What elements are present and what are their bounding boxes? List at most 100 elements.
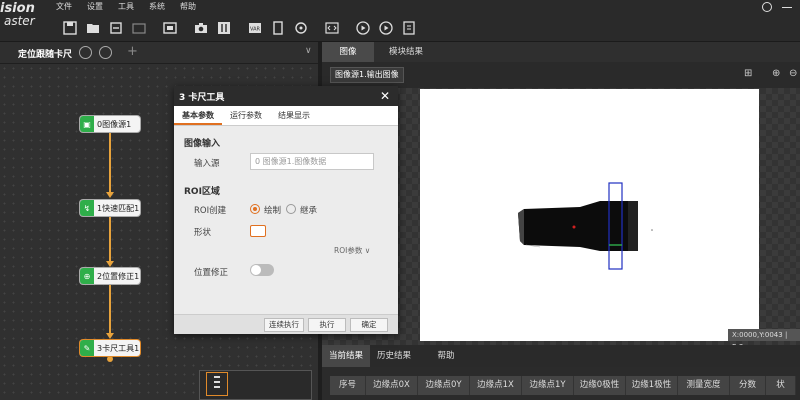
menu-system[interactable]: 系统 (149, 1, 180, 12)
loop-process-icon[interactable] (99, 46, 112, 59)
main-toolbar: VAR (58, 18, 420, 38)
tab-help[interactable]: 帮助 (418, 345, 474, 367)
image-toolbar: 图像源1.输出图像 ⊞ ⊕ ⊖ (322, 62, 800, 88)
minimap[interactable] (199, 370, 312, 400)
menu-file[interactable]: 文件 (56, 1, 87, 12)
camera-icon[interactable] (189, 18, 212, 38)
link-icon: ⊕ (80, 268, 94, 284)
col-score[interactable]: 分数 (730, 376, 766, 395)
minimap-viewport[interactable] (206, 372, 228, 396)
add-process-icon[interactable]: + (127, 44, 138, 59)
roi-create-label: ROI创建 (194, 206, 227, 216)
col-index[interactable]: 序号 (330, 376, 366, 395)
flow-node-fast-match[interactable]: ↯ 1快速匹配1 (80, 200, 140, 216)
var-icon[interactable]: VAR (243, 18, 266, 38)
menu-tools[interactable]: 工具 (118, 1, 149, 12)
node-label: 0图像源1 (97, 119, 132, 129)
image-source-icon: ▣ (80, 116, 94, 132)
col-edge1x[interactable]: 边缘点1X (470, 376, 522, 395)
app-logo: ision aster (0, 2, 46, 28)
col-edge1y[interactable]: 边缘点1Y (522, 376, 574, 395)
shape-label: 形状 (194, 228, 212, 238)
dialog-footer: 连续执行 执行 确定 (174, 314, 398, 334)
result-table: 序号 边缘点0X 边缘点0Y 边缘点1X 边缘点1Y 边缘0极性 边缘1极性 测… (322, 367, 800, 400)
roi-draw-label[interactable]: 绘制 (264, 204, 281, 216)
import-icon[interactable] (127, 18, 150, 38)
run-loop-icon[interactable] (374, 18, 397, 38)
chevron-down-icon[interactable]: ∨ (305, 46, 312, 56)
execute-button[interactable]: 执行 (308, 318, 346, 332)
dialog-title-bar[interactable]: 3 卡尺工具 ✕ (174, 86, 398, 106)
match-point (572, 225, 576, 229)
input-source-field[interactable]: 0 图像源1.图像数据 (250, 153, 374, 170)
col-edge0y[interactable]: 边缘点0Y (418, 376, 470, 395)
tab-image[interactable]: 图像 (322, 42, 374, 62)
save-icon[interactable] (58, 18, 81, 38)
process-title: 定位跟随卡尺 (18, 50, 73, 60)
continuous-run-button[interactable]: 连续执行 (264, 318, 304, 332)
run-once-icon[interactable] (351, 18, 374, 38)
confirm-button[interactable]: 确定 (350, 318, 388, 332)
zoom-in-icon[interactable]: ⊕ (772, 68, 784, 80)
tab-history-result[interactable]: 历史结果 (370, 345, 418, 367)
flow-node-caliper[interactable]: ✎ 3卡尺工具1 (80, 340, 140, 356)
section-roi: ROI区域 (184, 187, 220, 197)
tab-basic-params[interactable]: 基本参数 (174, 106, 222, 125)
flow-node-image-source[interactable]: ▣ 0图像源1 (80, 116, 140, 132)
solution-icon[interactable] (158, 18, 181, 38)
arrow-0-1 (106, 192, 114, 198)
roi-inherit-radio[interactable] (286, 204, 296, 214)
roi-params-toggle[interactable]: ROI参数 ∨ (334, 245, 370, 256)
export-icon[interactable] (397, 18, 420, 38)
dialog-title: 3 卡尺工具 (179, 92, 225, 103)
tab-result-display[interactable]: 结果显示 (270, 106, 318, 125)
menu-help[interactable]: 帮助 (180, 1, 211, 12)
zoom-out-icon[interactable]: ⊖ (789, 68, 800, 80)
chevron-down-icon: ∨ (364, 246, 371, 255)
node-label: 2位置修正1 (97, 271, 140, 281)
position-fix-toggle[interactable] (250, 264, 274, 276)
connector-0-1 (109, 132, 111, 192)
run-process-icon[interactable] (79, 46, 92, 59)
col-edge0-polarity[interactable]: 边缘0极性 (574, 376, 626, 395)
shape-rect-button[interactable] (250, 225, 266, 237)
roi-params-label: ROI参数 (334, 246, 363, 255)
comm-icon[interactable] (266, 18, 289, 38)
view-tabs: 图像 模块结果 (322, 42, 800, 62)
save-as-icon[interactable] (104, 18, 127, 38)
close-icon[interactable]: ✕ (380, 89, 390, 103)
roi-inherit-label[interactable]: 继承 (300, 204, 317, 216)
arrow-2-3 (106, 333, 114, 339)
history-icon[interactable] (762, 2, 772, 12)
menu-settings[interactable]: 设置 (87, 1, 118, 12)
image-canvas[interactable] (420, 89, 759, 341)
loop-icon[interactable] (289, 18, 312, 38)
position-fix-label: 位置修正 (194, 268, 229, 278)
input-source-label: 输入源 (194, 159, 220, 169)
node-label: 1快速匹配1 (97, 203, 140, 213)
image-source-select[interactable]: 图像源1.输出图像 (330, 67, 404, 83)
flow-node-position-fix[interactable]: ⊕ 2位置修正1 (80, 268, 140, 284)
col-width[interactable]: 测量宽度 (678, 376, 730, 395)
caliper-icon: ✎ (80, 340, 94, 356)
menu-bar: 文件 设置 工具 系统 帮助 (56, 1, 211, 12)
fit-view-icon[interactable]: ⊞ (744, 68, 756, 80)
coordinate-readout: X:0000,Y:0043 | R:2 (728, 329, 800, 351)
col-edge0x[interactable]: 边缘点0X (366, 376, 418, 395)
tab-run-params[interactable]: 运行参数 (222, 106, 270, 125)
col-status[interactable]: 状 (766, 376, 796, 395)
roi-draw-radio[interactable] (250, 204, 260, 214)
logo-line-2: aster (4, 14, 35, 28)
controller-icon[interactable] (212, 18, 235, 38)
arrow-1-2 (106, 261, 114, 267)
tab-current-result[interactable]: 当前结果 (322, 345, 370, 367)
minimize-icon[interactable] (782, 6, 792, 8)
open-folder-icon[interactable] (81, 18, 104, 38)
script-icon[interactable] (320, 18, 343, 38)
dialog-tabs: 基本参数 运行参数 结果显示 (174, 106, 398, 126)
col-edge1-polarity[interactable]: 边缘1极性 (626, 376, 678, 395)
section-image-input: 图像输入 (184, 139, 221, 149)
process-header: 定位跟随卡尺 + ∨ (0, 42, 320, 64)
tab-module-result[interactable]: 模块结果 (374, 42, 438, 62)
result-table-header: 序号 边缘点0X 边缘点0Y 边缘点1X 边缘点1Y 边缘0极性 边缘1极性 测… (330, 376, 796, 395)
